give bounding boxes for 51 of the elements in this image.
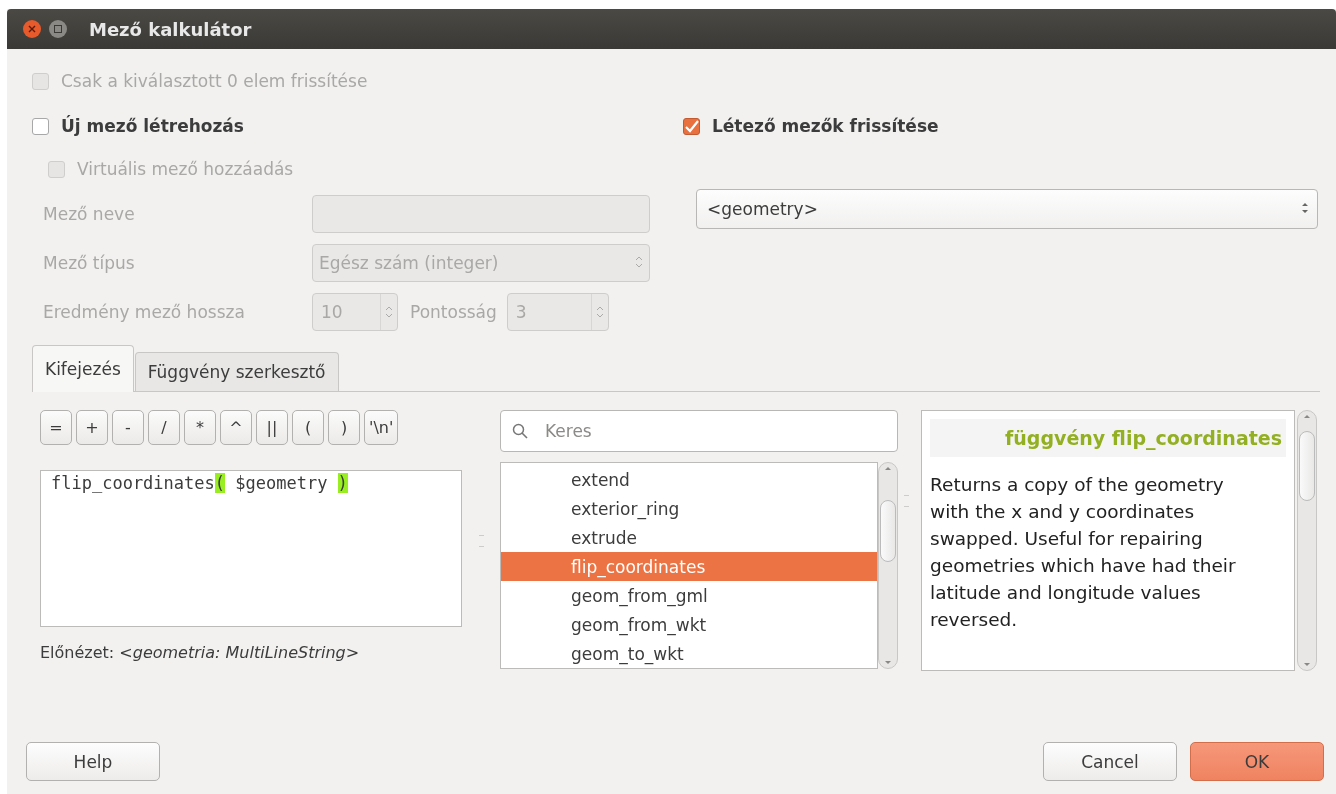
input-field[interactable]	[312, 194, 650, 233]
checkbox-label: Létező mezők frissítése	[712, 116, 939, 136]
scrollbar[interactable]	[1297, 410, 1317, 671]
operator-button[interactable]: ^	[220, 410, 252, 445]
maximize-icon[interactable]	[49, 20, 67, 38]
help-title: függvény flip_coordinates	[930, 419, 1286, 457]
search-field[interactable]: Keres	[500, 410, 898, 452]
operator-button[interactable]: ||	[256, 410, 288, 445]
tab[interactable]: Kifejezés	[32, 345, 134, 392]
window-title: Mező kalkulátor	[89, 18, 252, 40]
dialog-button[interactable]: Help	[26, 742, 160, 781]
scroll-down-icon[interactable]	[1303, 662, 1311, 667]
operator-button[interactable]: (	[292, 410, 324, 445]
scrollbar-thumb[interactable]	[880, 499, 896, 562]
field-label: Mező típus	[43, 252, 136, 273]
scrollbar-thumb[interactable]	[1299, 430, 1315, 501]
expression-editor[interactable]: flip_coordinates( $geometry )	[40, 470, 462, 627]
list-item[interactable]: geom_from_wkt	[501, 610, 877, 639]
operator-button[interactable]: -	[112, 410, 144, 445]
list-item[interactable]: extend	[501, 465, 877, 494]
field-label: Eredmény mező hossza	[43, 301, 246, 322]
preview-text: Előnézet: <geometria: MultiLineString>	[40, 643, 361, 662]
operator-button[interactable]: /	[148, 410, 180, 445]
search-icon	[512, 423, 528, 439]
list-item[interactable]: geom_from_gml	[501, 581, 877, 610]
splitter-handle[interactable]	[904, 494, 909, 507]
checkbox-label: Virtuális mező hozzáadás	[77, 159, 294, 179]
checkbox[interactable]	[683, 117, 700, 135]
help-text: Returns a copy of the geometry with the x and y coordinates swapped. Useful for repairing geometries which have had their latitude and longitude values reversed.	[930, 473, 1237, 632]
checkbox-label: Új mező létrehozás	[61, 116, 244, 136]
list-item[interactable]: geom_to_wkt	[501, 639, 877, 668]
checkbox-label: Csak a kiválasztott 0 elem frissítése	[61, 71, 368, 91]
close-icon[interactable]	[23, 20, 41, 38]
operator-button[interactable]: '\n'	[364, 410, 399, 445]
splitter-handle[interactable]	[478, 534, 484, 547]
operator-button[interactable]: +	[76, 410, 108, 445]
field-dropdown[interactable]: <geometry>	[696, 189, 1318, 229]
operator-button[interactable]: *	[184, 410, 216, 445]
list-item[interactable]: exterior_ring	[501, 494, 877, 523]
scroll-up-icon[interactable]	[884, 466, 892, 471]
scrollbar[interactable]	[878, 462, 898, 669]
field-label: Pontosság	[410, 301, 497, 322]
dialog-button[interactable]: Cancel	[1043, 742, 1177, 781]
dialog-button[interactable]: OK	[1190, 742, 1324, 781]
scroll-down-icon[interactable]	[884, 660, 892, 665]
operator-button[interactable]: )	[328, 410, 360, 445]
field-label: Mező neve	[43, 203, 136, 224]
scroll-up-icon[interactable]	[1303, 414, 1311, 419]
operator-button[interactable]: =	[40, 410, 72, 445]
list-item[interactable]: extrude	[501, 523, 877, 552]
tab[interactable]: Függvény szerkesztő	[134, 352, 339, 391]
